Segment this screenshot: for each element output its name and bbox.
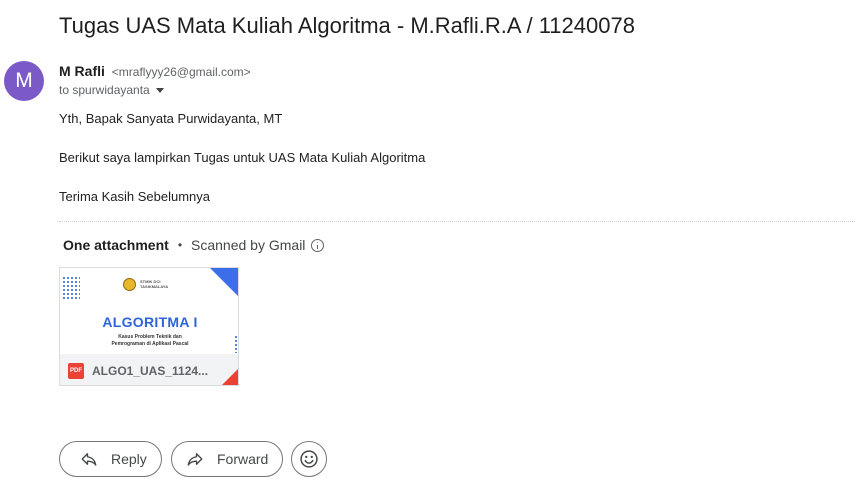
scan-status: Scanned by Gmail — [191, 237, 306, 253]
attachment-card[interactable]: STMIK DCI TASIKMALAYA ALGORITMA I Kasus … — [59, 267, 239, 386]
preview-subtitle: Kasus Problem Teknik dan Pemrograman di … — [111, 334, 189, 347]
sender-info: M Rafli <mraflyyy26@gmail.com> — [59, 63, 251, 79]
preview-title: ALGORITMA I — [102, 314, 198, 330]
chevron-down-icon — [155, 88, 164, 93]
attachment-footer: PDF ALGO1_UAS_1124... — [60, 354, 238, 385]
institution-logo-icon — [123, 278, 136, 291]
reply-arrow-icon — [81, 453, 97, 466]
recipient-label: to spurwidayanta — [59, 83, 150, 97]
email-body-closing: Terima Kasih Sebelumnya — [59, 189, 211, 204]
pdf-fold-decoration — [220, 367, 238, 385]
attachment-preview: STMIK DCI TASIKMALAYA ALGORITMA I Kasus … — [60, 268, 238, 354]
forward-arrow-icon — [187, 453, 203, 466]
forward-button[interactable]: Forward — [171, 441, 283, 477]
email-body-greeting: Yth, Bapak Sanyata Purwidayanta, MT — [59, 111, 283, 126]
email-subject: Tugas UAS Mata Kuliah Algoritma - M.Rafl… — [59, 13, 635, 38]
separator-dot: • — [177, 238, 183, 252]
reply-label: Reply — [111, 451, 147, 467]
attachment-header: One attachment • Scanned by Gmail — [63, 237, 325, 253]
attachment-filename: ALGO1_UAS_1124... — [92, 363, 209, 378]
sender-email: <mraflyyy26@gmail.com> — [111, 65, 251, 79]
info-icon[interactable] — [311, 238, 325, 252]
pdf-icon: PDF — [68, 362, 84, 379]
reply-button[interactable]: Reply — [59, 441, 162, 477]
preview-org: STMIK DCI TASIKMALAYA — [140, 279, 169, 289]
preview-corner-decoration — [210, 268, 238, 298]
attachment-divider — [59, 221, 855, 222]
smiley-icon — [300, 450, 318, 468]
attachment-count: One attachment — [63, 237, 169, 253]
sender-avatar[interactable]: M — [4, 61, 44, 101]
forward-label: Forward — [217, 451, 269, 467]
email-body-message: Berikut saya lampirkan Tugas untuk UAS M… — [59, 150, 426, 165]
emoji-reaction-button[interactable] — [291, 441, 327, 477]
preview-dots-decoration — [62, 276, 80, 300]
sender-name[interactable]: M Rafli — [59, 63, 105, 79]
recipient-dropdown[interactable]: to spurwidayanta — [59, 83, 164, 97]
